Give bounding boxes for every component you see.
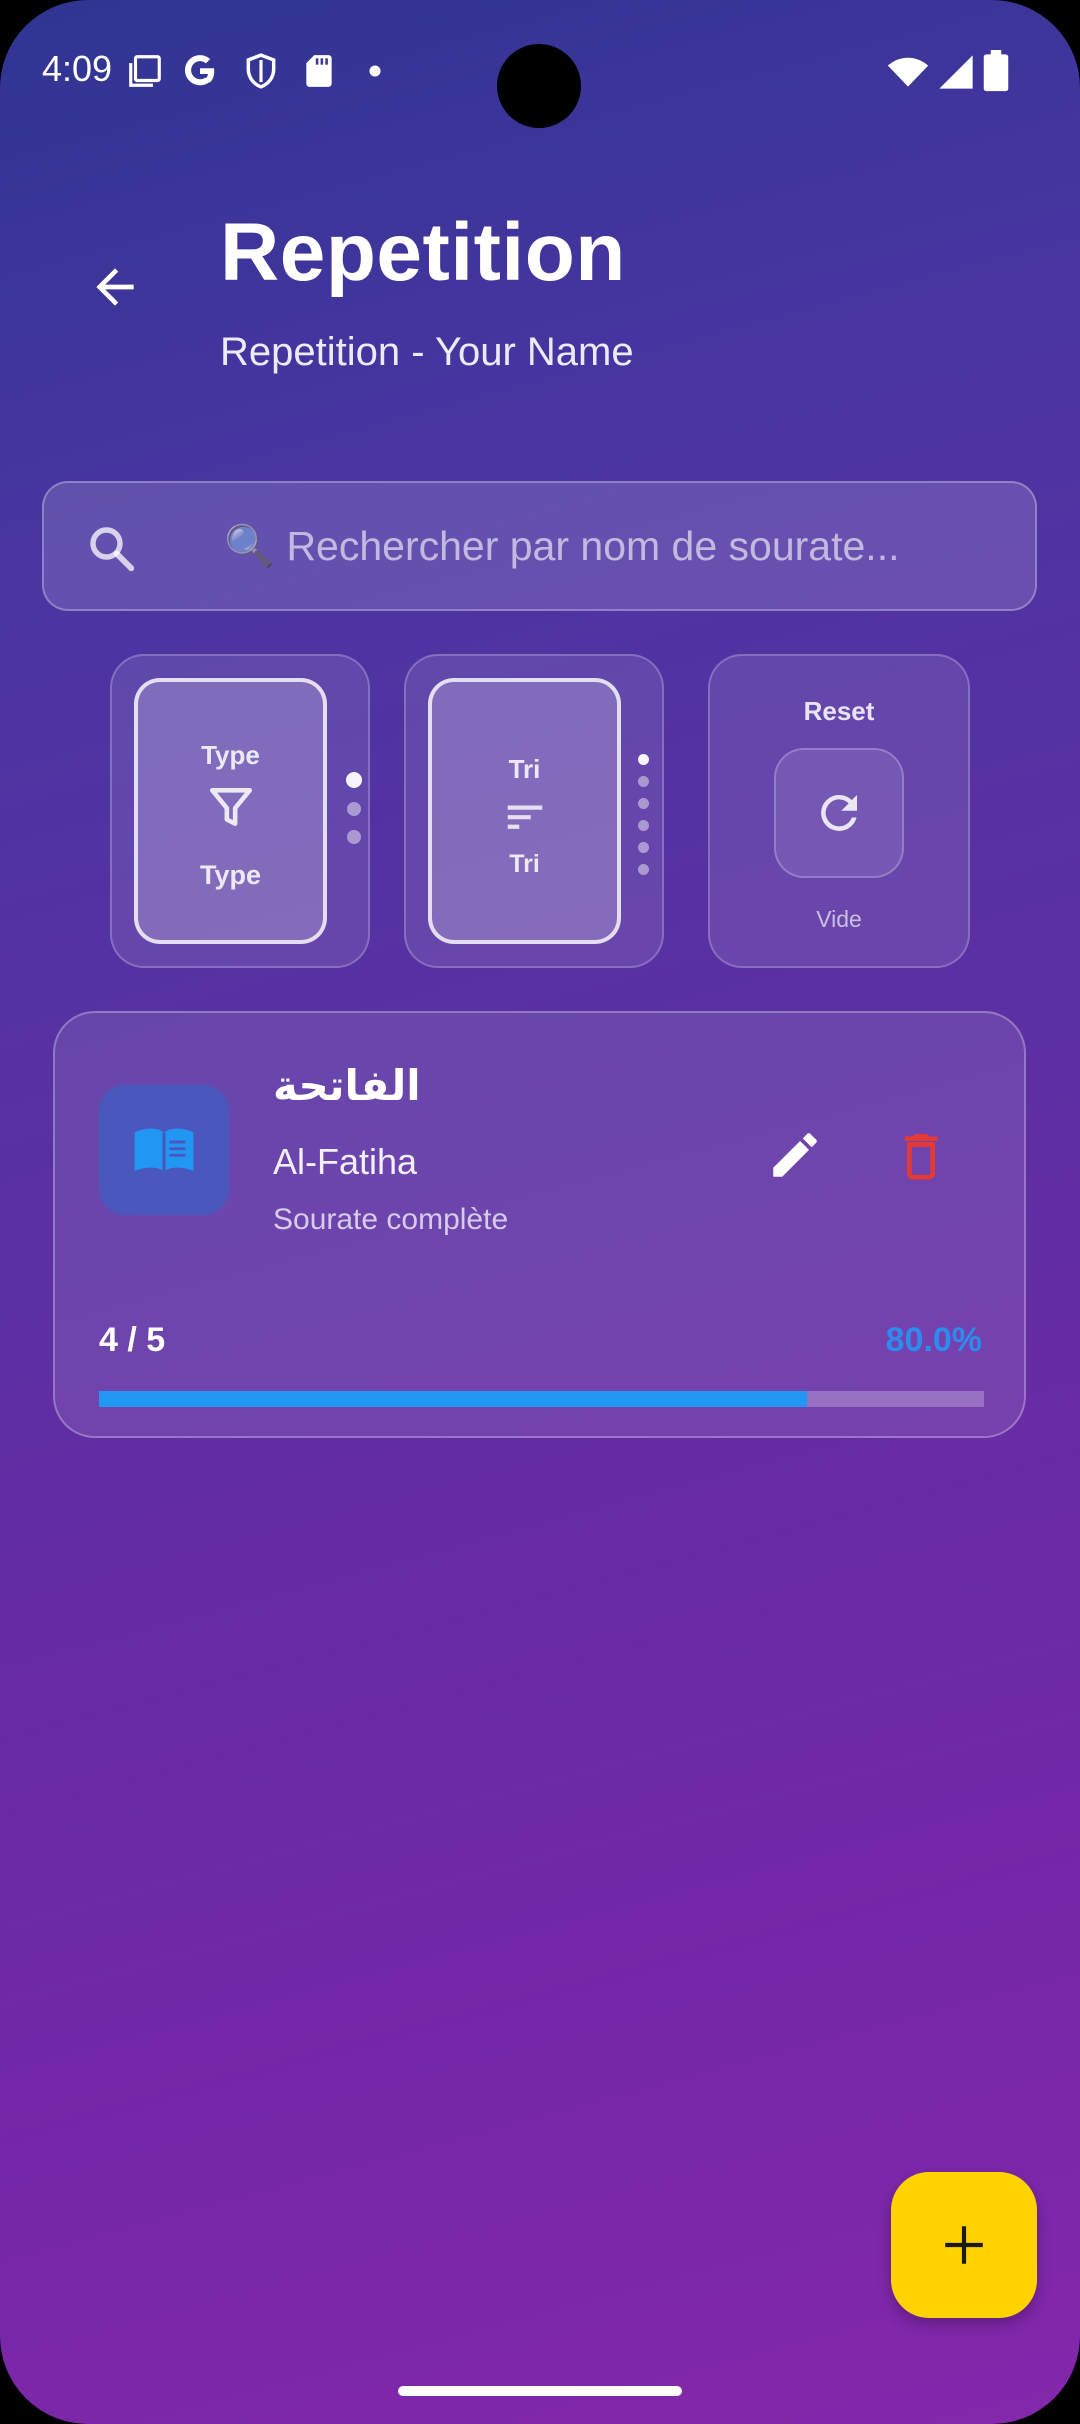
type-picker-value: Type bbox=[199, 860, 261, 890]
signal-icon bbox=[939, 55, 973, 89]
sort-picker-header: Tri bbox=[508, 754, 541, 784]
arrow-back-icon bbox=[96, 268, 134, 306]
filter-icon bbox=[209, 788, 252, 826]
picker-dot bbox=[346, 772, 362, 788]
add-button[interactable] bbox=[891, 2172, 1037, 2318]
back-button[interactable] bbox=[80, 252, 150, 322]
dot-icon bbox=[369, 65, 381, 77]
sort-icon bbox=[507, 805, 542, 829]
picker-dot bbox=[347, 830, 361, 844]
surah-latin-name: Al-Fatiha bbox=[273, 1141, 418, 1182]
picker-dot bbox=[638, 776, 649, 787]
search-icon bbox=[90, 527, 135, 572]
trash-icon bbox=[904, 1134, 938, 1180]
reset-card: Reset Vide bbox=[708, 654, 970, 968]
home-indicator[interactable] bbox=[398, 2386, 682, 2396]
search-box[interactable] bbox=[42, 481, 1037, 611]
type-picker-dots bbox=[346, 772, 362, 844]
sort-picker-dots bbox=[638, 754, 649, 875]
type-picker-header: Type bbox=[201, 740, 260, 770]
plus-icon bbox=[945, 2226, 983, 2264]
shield-icon bbox=[246, 53, 276, 89]
book-icon bbox=[134, 1128, 194, 1172]
picker-dot bbox=[638, 842, 649, 853]
edit-icon bbox=[773, 1133, 817, 1177]
reset-header: Reset bbox=[803, 696, 875, 726]
sort-filter-card: Tri Tri bbox=[404, 654, 664, 968]
progress-bar bbox=[99, 1391, 984, 1407]
refresh-icon bbox=[821, 794, 857, 831]
surah-type: Sourate complète bbox=[273, 1203, 509, 1236]
picker-dot bbox=[638, 864, 649, 875]
sort-picker-selected[interactable]: Tri Tri bbox=[428, 678, 621, 944]
progress-percent: 80.0% bbox=[885, 1321, 982, 1359]
surah-arabic-name: الفاتحة bbox=[273, 1061, 421, 1110]
delete-button[interactable] bbox=[881, 1115, 961, 1195]
type-picker-selected[interactable]: Type Type bbox=[134, 678, 327, 944]
status-time: 4:09 bbox=[42, 48, 113, 89]
picker-dot bbox=[638, 754, 649, 765]
type-filter-card: Type Type bbox=[110, 654, 370, 968]
surah-card[interactable]: الفاتحة Al-Fatiha Sourate complète 4 / 5… bbox=[53, 1011, 1026, 1438]
reset-button[interactable] bbox=[774, 748, 904, 878]
progress-bar-fill bbox=[99, 1391, 807, 1407]
search-input[interactable] bbox=[224, 483, 1014, 609]
reset-caption: Vide bbox=[816, 906, 862, 932]
camera-cutout bbox=[497, 44, 581, 128]
picker-dot bbox=[638, 798, 649, 809]
google-icon bbox=[184, 55, 215, 86]
page-title: Repetition bbox=[220, 207, 626, 298]
book-tile bbox=[99, 1085, 229, 1215]
battery-icon bbox=[983, 50, 1009, 92]
sort-picker-value: Tri bbox=[509, 850, 540, 878]
sd-card-icon bbox=[306, 55, 332, 87]
picker-dot bbox=[638, 820, 649, 831]
app-screen: 4:09 Repetition Repetition - Your Name 🔍… bbox=[0, 0, 1080, 2424]
wifi-icon bbox=[887, 57, 929, 87]
picker-dot bbox=[347, 802, 361, 816]
progress-count: 4 / 5 bbox=[99, 1321, 166, 1359]
page-subtitle: Repetition - Your Name bbox=[220, 330, 634, 374]
gallery-icon bbox=[129, 55, 161, 87]
edit-button[interactable] bbox=[755, 1115, 835, 1195]
